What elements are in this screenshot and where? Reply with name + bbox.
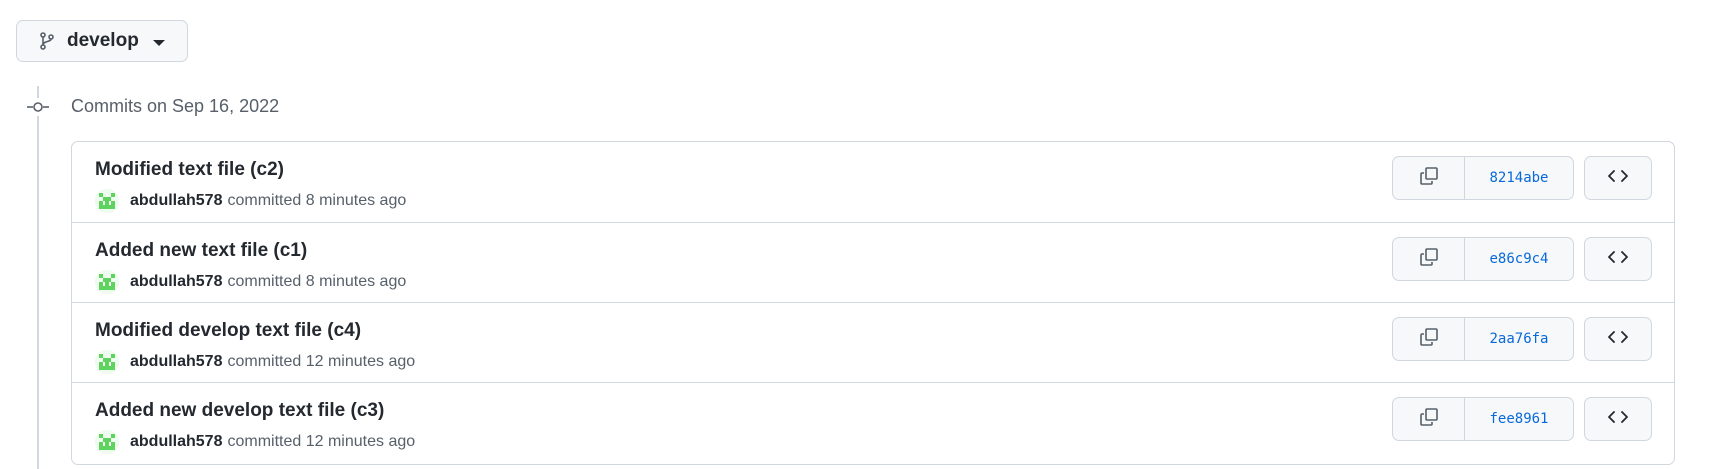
commit-action: committed bbox=[227, 192, 302, 209]
commit-group-heading: Commits on Sep 16, 2022 bbox=[71, 96, 280, 116]
code-icon bbox=[1608, 169, 1628, 188]
copy-icon bbox=[1419, 247, 1439, 272]
commit-row: Added new develop text file (c3) abdulla… bbox=[72, 382, 1674, 462]
commit-row: Modified text file (c2) abdullah578 comm… bbox=[72, 142, 1674, 222]
commit-sha-group: 8214abe bbox=[1392, 156, 1574, 200]
browse-repo-button[interactable] bbox=[1584, 156, 1652, 200]
commit-meta: abdullah578 committed 12 minutes ago bbox=[95, 430, 415, 454]
copy-sha-button[interactable] bbox=[1393, 157, 1465, 199]
avatar[interactable] bbox=[95, 430, 119, 454]
commit-sha-link[interactable]: 8214abe bbox=[1465, 157, 1573, 199]
commit-title-link[interactable]: Added new develop text file (c3) bbox=[95, 400, 384, 422]
commit-sha-link[interactable]: 2aa76fa bbox=[1465, 318, 1573, 360]
commit-author-link[interactable]: abdullah578 bbox=[130, 432, 222, 452]
commit-author-link[interactable]: abdullah578 bbox=[130, 272, 222, 292]
commit-sha-link[interactable]: fee8961 bbox=[1465, 398, 1573, 440]
git-commit-icon bbox=[27, 98, 49, 116]
avatar[interactable] bbox=[95, 350, 119, 374]
commit-sha-group: 2aa76fa bbox=[1392, 317, 1574, 361]
commit-title-link[interactable]: Modified develop text file (c4) bbox=[95, 320, 361, 342]
copy-sha-button[interactable] bbox=[1393, 318, 1465, 360]
code-icon bbox=[1608, 410, 1628, 429]
code-icon bbox=[1608, 250, 1628, 269]
commit-sha-group: e86c9c4 bbox=[1392, 237, 1574, 281]
commit-meta: abdullah578 committed 12 minutes ago bbox=[95, 350, 415, 374]
commit-meta: abdullah578 committed 8 minutes ago bbox=[95, 270, 406, 294]
commit-author-link[interactable]: abdullah578 bbox=[130, 191, 222, 211]
commit-sha-group: fee8961 bbox=[1392, 397, 1574, 441]
commit-action: committed bbox=[227, 433, 302, 450]
copy-sha-button[interactable] bbox=[1393, 398, 1465, 440]
commit-list: Modified text file (c2) abdullah578 comm… bbox=[71, 141, 1675, 465]
branch-select-button[interactable]: develop bbox=[16, 20, 188, 62]
browse-repo-button[interactable] bbox=[1584, 317, 1652, 361]
commit-title-link[interactable]: Added new text file (c1) bbox=[95, 240, 307, 262]
chevron-down-icon bbox=[152, 39, 165, 46]
branch-name: develop bbox=[67, 30, 139, 51]
timeline-line bbox=[37, 86, 39, 469]
commit-time: 8 minutes ago bbox=[305, 192, 407, 209]
browse-repo-button[interactable] bbox=[1584, 397, 1652, 441]
commit-sha-link[interactable]: e86c9c4 bbox=[1465, 238, 1573, 280]
commit-row: Modified develop text file (c4) abdullah… bbox=[72, 302, 1674, 382]
copy-icon bbox=[1419, 166, 1439, 191]
commit-author-link[interactable]: abdullah578 bbox=[130, 352, 222, 372]
commit-row: Added new text file (c1) abdullah578 com… bbox=[72, 222, 1674, 302]
git-branch-icon bbox=[39, 32, 55, 50]
code-icon bbox=[1608, 330, 1628, 349]
copy-icon bbox=[1419, 327, 1439, 352]
commit-action: committed bbox=[227, 273, 302, 290]
browse-repo-button[interactable] bbox=[1584, 237, 1652, 281]
avatar[interactable] bbox=[95, 189, 119, 213]
commit-time: 8 minutes ago bbox=[305, 273, 407, 290]
commit-action: committed bbox=[227, 353, 302, 370]
copy-icon bbox=[1419, 407, 1439, 432]
avatar[interactable] bbox=[95, 270, 119, 294]
commits-page: develop Commits on Sep 16, 2022 Modified… bbox=[0, 0, 1723, 469]
commit-time: 12 minutes ago bbox=[305, 433, 416, 450]
commit-meta: abdullah578 committed 8 minutes ago bbox=[95, 189, 406, 213]
commit-time: 12 minutes ago bbox=[305, 353, 416, 370]
commit-title-link[interactable]: Modified text file (c2) bbox=[95, 159, 284, 181]
copy-sha-button[interactable] bbox=[1393, 238, 1465, 280]
